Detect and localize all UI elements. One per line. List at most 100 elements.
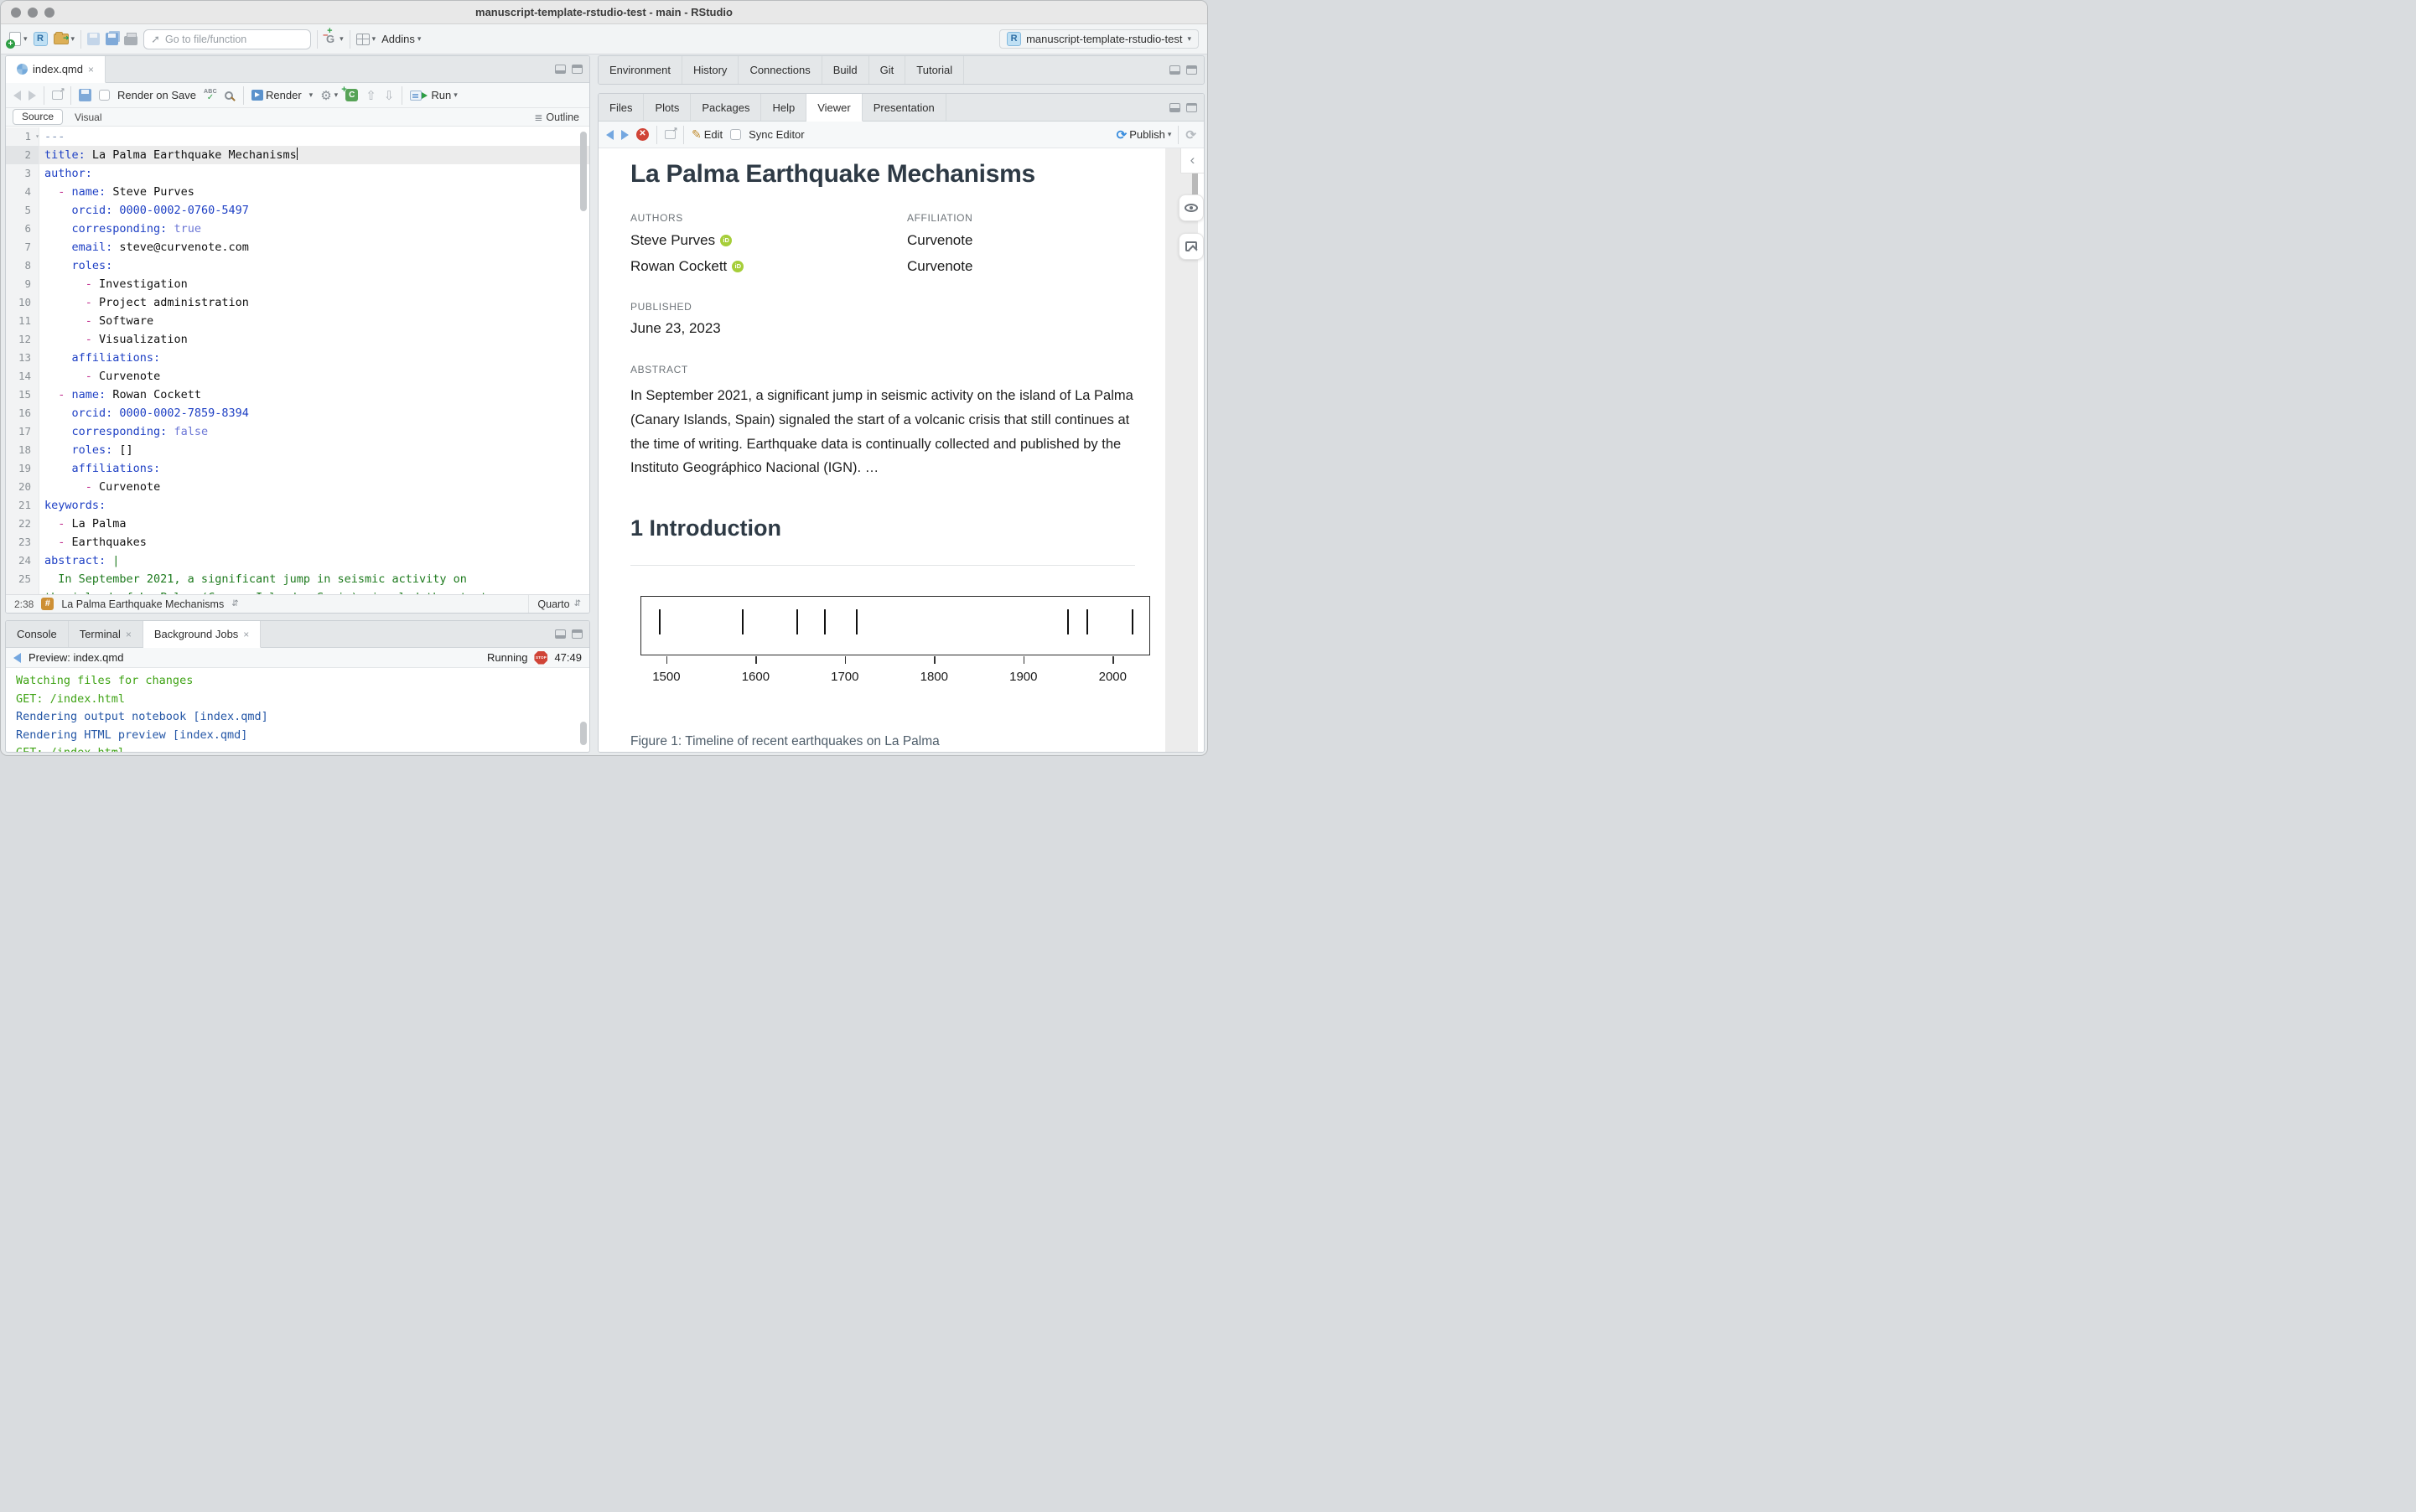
orcid-icon[interactable]: iD (720, 235, 732, 246)
print-button[interactable] (124, 34, 137, 45)
render-button[interactable]: Render (251, 89, 302, 101)
code-line[interactable]: 17 corresponding: false (6, 422, 589, 441)
code-line[interactable]: 22 - La Palma (6, 515, 589, 533)
search-icon[interactable] (225, 91, 233, 100)
minimize-pane-icon[interactable] (555, 65, 566, 74)
maximize-pane-icon[interactable] (572, 65, 583, 74)
code-line[interactable]: 21keywords: (6, 496, 589, 515)
code-line[interactable]: 18 roles: [] (6, 441, 589, 459)
viewer-content[interactable]: La Palma Earthquake Mechanisms AUTHORS A… (599, 148, 1204, 752)
tab-background-jobs[interactable]: Background Jobs× (143, 621, 261, 648)
code-line[interactable]: 10 - Project administration (6, 293, 589, 312)
symbol-navigator[interactable]: La Palma Earthquake Mechanisms (61, 598, 224, 610)
tab-environment[interactable]: Environment (599, 56, 682, 84)
editor-tab-index-qmd[interactable]: index.qmd × (6, 56, 106, 83)
code-line[interactable]: 19 affiliations: (6, 459, 589, 478)
console-scrollbar[interactable] (580, 722, 587, 745)
outline-button[interactable]: ≣ Outline (534, 111, 583, 123)
close-icon[interactable]: × (88, 64, 94, 75)
code-line[interactable]: the island of La Palma (Canary Islands, … (6, 588, 589, 594)
code-line[interactable]: 7 email: steve@curvenote.com (6, 238, 589, 256)
clear-viewer-icon[interactable]: ✕ (636, 128, 649, 141)
code-line[interactable]: 25 In September 2021, a significant jump… (6, 570, 589, 588)
tab-git[interactable]: Git (869, 56, 906, 84)
minimize-window-button[interactable] (28, 8, 38, 18)
run-previous-icon[interactable]: ⇧ (366, 88, 376, 103)
popout-icon[interactable] (665, 130, 676, 139)
save-all-button[interactable] (106, 33, 118, 45)
tab-packages[interactable]: Packages (691, 94, 761, 121)
tab-plots[interactable]: Plots (644, 94, 691, 121)
caret-down-icon[interactable]: ▾ (340, 35, 344, 43)
code-line[interactable]: 15 - name: Rowan Cockett (6, 386, 589, 404)
collapse-margin-button[interactable]: ‹ (1180, 148, 1204, 173)
back-icon[interactable] (13, 91, 21, 101)
render-settings-button[interactable]: ⚙▾ (320, 88, 338, 103)
addins-button[interactable]: Addins▾ (381, 33, 421, 45)
render-on-save-checkbox[interactable] (99, 90, 110, 101)
back-icon[interactable] (606, 130, 614, 140)
caret-down-icon[interactable]: ▾ (309, 91, 314, 99)
forward-icon[interactable] (29, 91, 36, 101)
tab-files[interactable]: Files (599, 94, 644, 121)
workspace-panes-button[interactable]: ▾ (356, 34, 376, 45)
run-next-icon[interactable]: ⇩ (384, 88, 395, 103)
tab-build[interactable]: Build (822, 56, 869, 84)
insert-chunk-button[interactable]: C (345, 89, 358, 101)
open-file-button[interactable]: ▾ (54, 34, 75, 44)
save-icon[interactable] (79, 89, 91, 101)
forward-icon[interactable] (621, 130, 629, 140)
new-file-button[interactable]: +▾ (9, 32, 28, 46)
code-line[interactable]: 14 - Curvenote (6, 367, 589, 386)
source-mode-button[interactable]: Source (13, 109, 63, 125)
version-control-button[interactable]: G▾ (324, 33, 344, 45)
edit-button[interactable]: ✎ Edit (692, 127, 723, 142)
annotate-button[interactable] (1179, 233, 1204, 260)
project-selector[interactable]: R manuscript-template-rstudio-test ▾ (999, 29, 1199, 49)
language-mode[interactable]: Quarto (537, 598, 569, 610)
tab-history[interactable]: History (682, 56, 739, 84)
orcid-icon[interactable]: iD (732, 261, 744, 272)
visibility-button[interactable] (1179, 194, 1204, 221)
minimize-pane-icon[interactable] (555, 629, 566, 639)
maximize-pane-icon[interactable] (572, 629, 583, 639)
maximize-pane-icon[interactable] (1186, 103, 1197, 112)
new-project-button[interactable]: R (34, 32, 48, 46)
popout-icon[interactable] (52, 91, 63, 100)
maximize-pane-icon[interactable] (1186, 65, 1197, 75)
minimize-pane-icon[interactable] (1169, 65, 1180, 75)
tab-presentation[interactable]: Presentation (863, 94, 946, 121)
code-line[interactable]: 24abstract: | (6, 551, 589, 570)
tab-tutorial[interactable]: Tutorial (905, 56, 964, 84)
visual-mode-button[interactable]: Visual (66, 111, 110, 123)
tab-help[interactable]: Help (761, 94, 806, 121)
code-line[interactable]: 2title: La Palma Earthquake Mechanisms (6, 146, 589, 164)
publish-button[interactable]: ⟳ Publish ▾ (1117, 127, 1172, 142)
fold-caret-icon[interactable]: ▾ (35, 127, 39, 146)
zoom-window-button[interactable] (44, 8, 54, 18)
code-line[interactable]: 20 - Curvenote (6, 478, 589, 496)
code-line[interactable]: 16 orcid: 0000-0002-7859-8394 (6, 404, 589, 422)
save-button[interactable] (87, 33, 100, 45)
code-line[interactable]: 1▾--- (6, 127, 589, 146)
refresh-icon[interactable]: ⟳ (1185, 127, 1196, 142)
code-line[interactable]: 12 - Visualization (6, 330, 589, 349)
close-icon[interactable]: × (126, 629, 132, 640)
code-line[interactable]: 3author: (6, 164, 589, 183)
caret-down-icon[interactable]: ▾ (372, 35, 376, 43)
minimize-pane-icon[interactable] (1169, 103, 1180, 112)
stop-job-button[interactable]: STOP (534, 651, 547, 665)
tab-viewer[interactable]: Viewer (806, 94, 863, 122)
code-line[interactable]: 8 roles: (6, 256, 589, 275)
sync-editor-checkbox[interactable] (730, 129, 741, 140)
editor-scrollbar[interactable] (580, 132, 587, 211)
close-icon[interactable]: × (243, 629, 249, 640)
job-output[interactable]: Watching files for changesGET: /index.ht… (6, 668, 589, 753)
code-line[interactable]: 23 - Earthquakes (6, 533, 589, 551)
code-line[interactable]: 6 corresponding: true (6, 220, 589, 238)
code-line[interactable]: 11 - Software (6, 312, 589, 330)
tab-connections[interactable]: Connections (739, 56, 822, 84)
code-line[interactable]: 5 orcid: 0000-0002-0760-5497 (6, 201, 589, 220)
spellcheck-icon[interactable]: ABC✓ (204, 89, 217, 102)
tab-console[interactable]: Console (6, 621, 69, 647)
